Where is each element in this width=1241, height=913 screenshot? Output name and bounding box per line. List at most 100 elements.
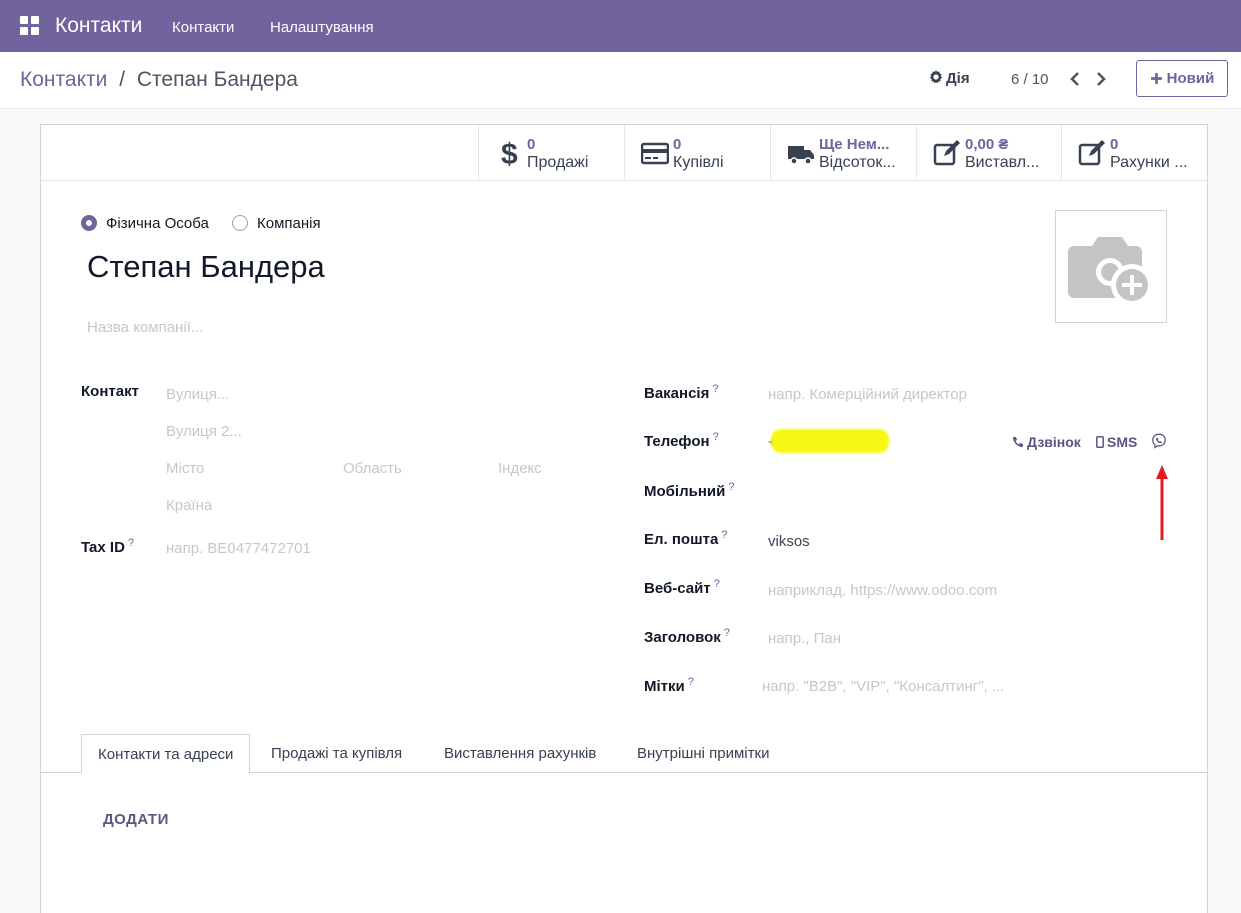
gear-icon [929, 70, 943, 84]
truck-icon [788, 146, 814, 165]
smart-button-purchases[interactable]: 0 Купівлі [624, 125, 770, 180]
smart-label: Купівлі [673, 154, 724, 171]
tab-sales-purchase[interactable]: Продажі та купівля [255, 734, 418, 774]
mobile-label-text: Мобільний [644, 483, 726, 500]
call-button[interactable]: Дзвінок [1012, 434, 1081, 450]
help-mark[interactable]: ? [688, 676, 694, 688]
street-input[interactable]: Вулиця... [166, 386, 229, 403]
top-navbar: Контакти Контакти Налаштування [0, 0, 1241, 52]
plus-icon [1150, 73, 1162, 84]
email-label: Ел. пошта? [644, 529, 727, 548]
menu-contacts[interactable]: Контакти [172, 19, 234, 36]
company-name-input[interactable]: Назва компанії... [87, 319, 203, 336]
city-input[interactable]: Місто [166, 460, 204, 477]
tab-invoicing[interactable]: Виставлення рахунків [428, 734, 612, 774]
radio-individual-label[interactable]: Фізична Особа [106, 215, 209, 232]
radio-company[interactable] [232, 215, 248, 231]
taxid-input[interactable]: напр. BE0477472701 [166, 540, 311, 557]
new-button[interactable]: Новий [1136, 60, 1228, 97]
credit-card-icon [641, 142, 669, 165]
website-label: Веб-сайт? [644, 578, 720, 597]
chevron-right-icon[interactable] [1094, 70, 1108, 88]
smart-value: 0 [1110, 136, 1119, 153]
annotation-arrow-icon [1156, 465, 1168, 540]
app-title[interactable]: Контакти [55, 14, 142, 38]
breadcrumb: Контакти / Степан Бандера [20, 68, 298, 92]
job-label-text: Вакансія [644, 385, 710, 402]
tab-internal-notes[interactable]: Внутрішні примітки [621, 734, 785, 774]
help-mark[interactable]: ? [724, 627, 730, 639]
title-label-text: Заголовок [644, 629, 721, 646]
email-label-text: Ел. пошта [644, 531, 719, 548]
mobile-icon [1096, 436, 1104, 448]
apps-menu-icon[interactable] [20, 16, 40, 36]
mobile-label: Мобільний? [644, 481, 734, 500]
title-label: Заголовок? [644, 627, 730, 646]
website-label-text: Веб-сайт [644, 580, 711, 597]
viber-icon[interactable] [1151, 433, 1167, 449]
smart-button-invoiced[interactable]: 0,00 ₴ Виставл... [916, 125, 1062, 180]
radio-company-label[interactable]: Компанія [257, 215, 321, 232]
smart-label: Рахунки ... [1110, 154, 1188, 171]
svg-text:$: $ [501, 139, 518, 167]
smart-button-bills[interactable]: 0 Рахунки ... [1061, 125, 1207, 180]
state-input[interactable]: Область [343, 460, 402, 477]
help-mark[interactable]: ? [721, 529, 727, 541]
help-mark[interactable]: ? [728, 481, 734, 493]
tags-label: Мітки? [644, 676, 694, 695]
action-label: Дія [946, 70, 970, 87]
taxid-label-text: Tax ID [81, 539, 125, 556]
tab-contacts-addresses[interactable]: Контакти та адреси [81, 734, 251, 774]
smart-label: Відсоток... [819, 154, 896, 171]
zip-input[interactable]: Індекс [498, 460, 542, 477]
menu-settings[interactable]: Налаштування [270, 19, 374, 36]
add-contact-button[interactable]: ДОДАТИ [103, 811, 169, 828]
help-mark[interactable]: ? [713, 431, 719, 443]
help-mark[interactable]: ? [712, 383, 718, 395]
phone-redaction-highlight [771, 429, 889, 453]
breadcrumb-current: Степан Бандера [136, 68, 298, 91]
country-input[interactable]: Країна [166, 497, 212, 514]
new-button-label: Новий [1166, 70, 1215, 87]
radio-individual[interactable] [81, 215, 97, 231]
smart-buttons-bar: $ 0 Продажі 0 Купівлі Ще Нем... Відсоток… [41, 125, 1207, 181]
camera-add-icon [1068, 237, 1153, 306]
contact-label: Контакт [81, 383, 139, 400]
sms-label: SMS [1107, 434, 1138, 450]
phone-label-text: Телефон [644, 433, 710, 450]
taxid-label: Tax ID? [81, 537, 134, 556]
smart-value: 0 [527, 136, 536, 153]
chevron-left-icon[interactable] [1068, 70, 1082, 88]
email-input[interactable]: viksos [768, 533, 810, 550]
action-menu-button[interactable]: Дія [929, 70, 970, 87]
job-input[interactable]: напр. Комерційний директор [768, 386, 967, 403]
avatar-upload[interactable] [1055, 210, 1167, 323]
smart-value: 0 [673, 136, 682, 153]
form-sheet: $ 0 Продажі 0 Купівлі Ще Нем... Відсоток… [40, 124, 1208, 913]
smart-value: Ще Нем... [819, 136, 890, 153]
smart-button-sales[interactable]: $ 0 Продажі [478, 125, 624, 180]
smart-button-delivery[interactable]: Ще Нем... Відсоток... [770, 125, 916, 180]
breadcrumb-parent[interactable]: Контакти [20, 68, 107, 91]
help-mark[interactable]: ? [714, 578, 720, 590]
partner-name-input[interactable]: Степан Бандера [87, 249, 325, 285]
breadcrumb-separator: / [119, 68, 126, 91]
job-label: Вакансія? [644, 383, 718, 402]
edit-icon [1078, 140, 1105, 166]
street2-input[interactable]: Вулиця 2... [166, 423, 242, 440]
help-mark[interactable]: ? [128, 537, 134, 549]
call-label: Дзвінок [1027, 434, 1081, 450]
edit-icon [933, 140, 960, 166]
title-input[interactable]: напр., Пан [768, 630, 841, 647]
tags-label-text: Мітки [644, 678, 685, 695]
phone-label: Телефон? [644, 431, 719, 450]
tags-input[interactable]: напр. "B2B", "VIP", "Консалтинг", ... [762, 678, 1004, 695]
website-input[interactable]: наприклад, https://www.odoo.com [768, 582, 997, 599]
pager-value[interactable]: 6 / 10 [1011, 71, 1049, 88]
smart-label: Виставл... [965, 154, 1040, 171]
control-panel: Контакти / Степан Бандера Дія 6 / 10 Нов… [0, 52, 1241, 109]
phone-icon [1013, 437, 1023, 447]
sms-button[interactable]: SMS [1096, 434, 1137, 450]
dollar-icon: $ [501, 139, 518, 167]
smart-label: Продажі [527, 154, 589, 171]
